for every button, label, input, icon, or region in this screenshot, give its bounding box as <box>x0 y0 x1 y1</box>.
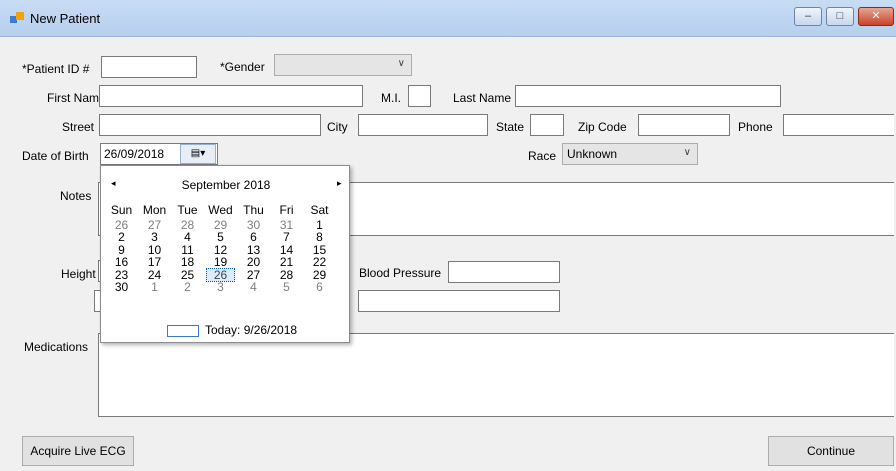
weekday-header: Tue <box>177 203 198 217</box>
gender-select[interactable]: ∨ <box>274 54 412 76</box>
city-input[interactable] <box>358 114 488 136</box>
chevron-down-icon: ∨ <box>683 147 691 158</box>
calendar-day[interactable]: 7 <box>270 231 303 244</box>
race-value: Unknown <box>567 147 618 161</box>
weekday-header: Sat <box>310 203 329 217</box>
acquire-ecg-button[interactable]: Acquire Live ECG <box>22 436 134 466</box>
race-select[interactable]: Unknown ∨ <box>562 143 698 165</box>
calendar-week-row: 30 1 2 3 4 5 6 <box>105 281 336 294</box>
dob-label: Date of Birth <box>22 149 89 163</box>
calendar-day[interactable]: 6 <box>303 281 336 294</box>
weekday-header: Wed <box>208 203 233 217</box>
calendar-day[interactable]: 4 <box>237 281 270 294</box>
notes-label: Notes <box>60 189 92 203</box>
calendar-day[interactable]: 3 <box>204 281 237 294</box>
weekday-header: Thu <box>243 203 264 217</box>
race-label: Race <box>528 149 557 163</box>
patient-id-label: *Patient ID # <box>22 62 90 76</box>
calendar-day[interactable]: 5 <box>204 231 237 244</box>
continue-button[interactable]: Continue <box>768 436 894 466</box>
next-month-button[interactable]: ▸ <box>337 178 342 189</box>
calendar-day[interactable]: 18 <box>171 256 204 269</box>
patient-id-input[interactable] <box>101 56 197 78</box>
zip-input[interactable] <box>638 114 730 136</box>
chevron-down-icon: ∨ <box>397 58 405 69</box>
mi-label: M.I. <box>381 91 401 105</box>
zip-label: Zip Code <box>578 120 627 134</box>
app-icon <box>10 12 24 24</box>
calendar-day[interactable]: 2 <box>105 231 138 244</box>
minimize-button[interactable]: – <box>794 7 822 26</box>
calendar-day[interactable]: 1 <box>138 281 171 294</box>
medications-input[interactable] <box>98 333 894 417</box>
maximize-button[interactable]: □ <box>826 7 854 26</box>
bp-label: Blood Pressure <box>359 266 442 280</box>
today-marker-icon <box>167 325 199 337</box>
calendar-day[interactable]: 21 <box>270 256 303 269</box>
calendar-day[interactable]: 5 <box>270 281 303 294</box>
calendar-dropdown-button[interactable]: ▤▾ <box>180 144 216 164</box>
calendar-day[interactable]: 30 <box>105 281 138 294</box>
calendar-day[interactable]: 4 <box>171 231 204 244</box>
window-title: New Patient <box>30 11 101 26</box>
weekday-header: Fri <box>279 203 294 217</box>
street-input[interactable] <box>99 114 321 136</box>
phone-input[interactable] <box>783 114 894 136</box>
calendar-day[interactable]: 17 <box>138 256 171 269</box>
height-label: Height <box>61 267 96 281</box>
calendar-week-row: 2345678 <box>105 231 336 244</box>
calendar-day[interactable]: 6 <box>237 231 270 244</box>
secondary-input[interactable] <box>358 290 560 312</box>
calendar-day[interactable]: 22 <box>303 256 336 269</box>
last-name-label: Last Name <box>453 91 512 105</box>
calendar-grid: Sun Mon Tue Wed Thu Fri Sat 26 27 28 29 30 31 1 2 3 4 5 6… <box>105 204 336 294</box>
calendar-day[interactable]: 3 <box>138 231 171 244</box>
state-input[interactable] <box>530 114 564 136</box>
weekday-header: Sun <box>110 203 133 217</box>
first-name-input[interactable] <box>99 85 363 107</box>
medications-label: Medications <box>24 340 89 354</box>
title-bar: New Patient – □ ✕ <box>0 0 896 37</box>
weekday-header: Mon <box>142 203 167 217</box>
city-label: City <box>327 120 348 134</box>
state-label: State <box>496 120 525 134</box>
mi-input[interactable] <box>408 85 431 107</box>
gender-label: *Gender <box>220 60 265 74</box>
calendar-day[interactable]: 20 <box>237 256 270 269</box>
first-name-label: First Name <box>47 91 106 105</box>
dob-value: 26/09/2018 <box>104 147 165 161</box>
close-button[interactable]: ✕ <box>858 7 894 26</box>
calendar-month-title[interactable]: September 2018 <box>101 178 351 192</box>
calendar-day[interactable]: 16 <box>105 256 138 269</box>
phone-label: Phone <box>738 120 773 134</box>
today-link[interactable]: Today: 9/26/2018 <box>205 323 297 337</box>
calendar-day[interactable]: 2 <box>171 281 204 294</box>
calendar-icon: ▤▾ <box>190 148 206 159</box>
calendar-popup: ◂ September 2018 ▸ Sun Mon Tue Wed Thu Fri Sat… <box>100 165 350 343</box>
street-label: Street <box>62 120 95 134</box>
last-name-input[interactable] <box>515 85 781 107</box>
calendar-day[interactable]: 8 <box>303 231 336 244</box>
weekday-header-row: Sun Mon Tue Wed Thu Fri Sat <box>105 204 336 217</box>
bp-input[interactable] <box>448 261 560 283</box>
